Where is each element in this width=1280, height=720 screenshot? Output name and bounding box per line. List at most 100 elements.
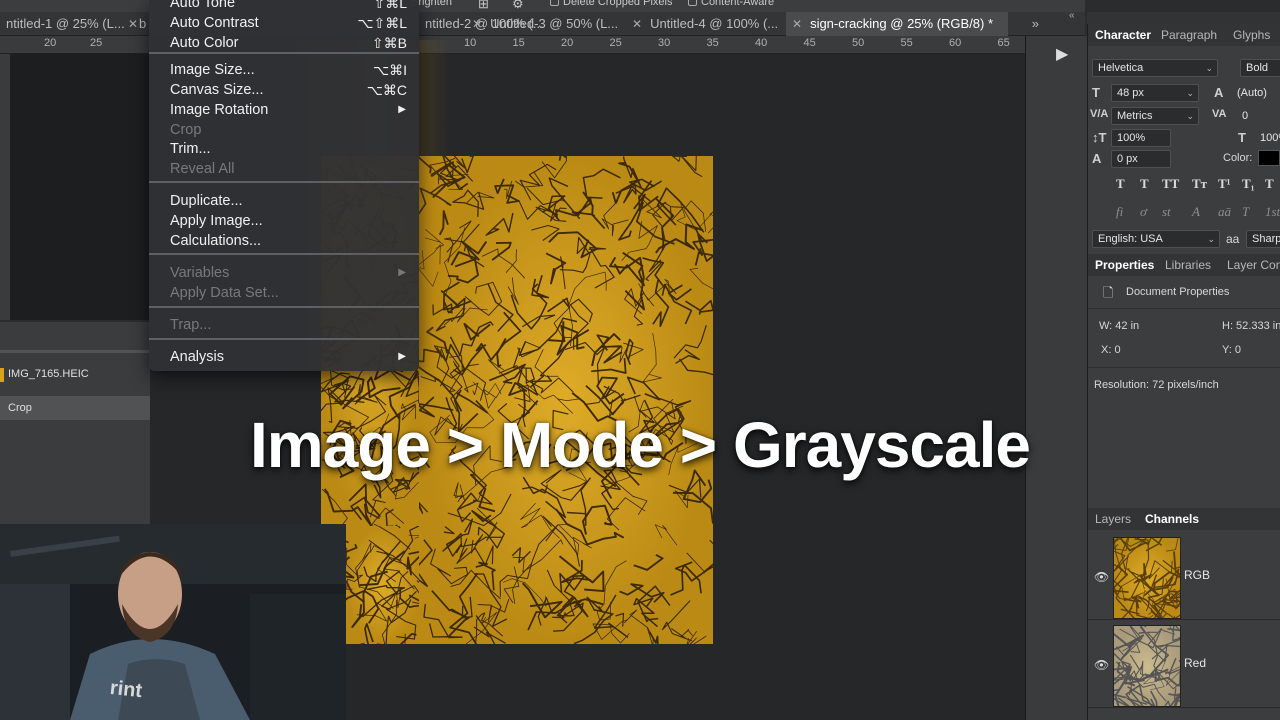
tab-untitled-4[interactable]: ✕ Untitled-4 @ 100% (... [626,12,790,36]
tab-layers[interactable]: Layers [1095,508,1131,530]
menu-item-label: Apply Image... [170,213,263,229]
tracking-field[interactable]: 0 [1236,107,1280,125]
close-icon[interactable]: ✕ [472,12,482,36]
font-size-field[interactable]: 48 px ⌄ [1111,84,1199,102]
opentype-feature-button[interactable]: aā [1218,204,1231,220]
content-aware-label: Content-Aware [701,0,775,8]
tab-paragraph[interactable]: Paragraph [1161,24,1217,46]
ruler-tick: 40 [755,37,768,49]
menu-item-apply-image[interactable]: Apply Image... [149,211,419,231]
tab-character[interactable]: Character [1095,24,1151,46]
kerning-icon: V/A [1090,108,1109,120]
text-color-swatch[interactable] [1258,150,1280,166]
channel-row-rgb[interactable]: 👁 RGB [1088,534,1280,620]
antialias-select[interactable]: Sharp [1246,230,1280,248]
type-style-button[interactable]: TT [1162,176,1179,192]
type-style-button[interactable]: T₁ [1242,176,1255,192]
character-panel-tabs: Character Paragraph Glyphs [1088,24,1280,46]
menu-separator [149,52,419,54]
type-style-button[interactable]: T [1265,176,1274,192]
ruler-tick: 65 [997,37,1010,49]
grid-icon[interactable]: ⊞ [478,0,489,12]
menu-item-image-rotation[interactable]: Image Rotation ▶ [149,100,419,120]
close-icon[interactable]: ✕ [792,12,802,36]
menu-item-label: Variables [170,265,230,281]
opentype-feature-button[interactable]: A [1192,204,1200,220]
width-value[interactable]: W: 42 in [1099,320,1139,332]
delete-cropped-checkbox[interactable]: Delete Cropped Pixels [550,0,672,8]
baseline-shift-field[interactable]: 0 px [1111,150,1171,168]
channel-thumbnail [1113,625,1181,707]
opentype-feature-button[interactable]: ơ [1140,204,1147,220]
vertical-scale-field[interactable]: 100% [1111,129,1171,147]
play-icon[interactable]: ▶ [1056,44,1068,64]
type-style-button[interactable]: T [1140,176,1149,192]
ruler-tick: 25 [90,37,103,49]
font-style-select[interactable]: Bold [1240,59,1280,77]
menu-item-analysis[interactable]: Analysis ▶ [149,347,419,367]
menu-item-duplicate[interactable]: Duplicate... [149,191,419,211]
kerning-select[interactable]: Metrics ⌄ [1111,107,1199,125]
menu-item-shortcut: ⇧⌘L [373,0,407,11]
channel-name: RGB [1184,568,1211,582]
ruler-tick: 50 [852,37,865,49]
menu-item-auto-color[interactable]: Auto Color ⇧⌘B [149,33,419,53]
submenu-arrow-icon: ▶ [398,351,406,362]
tab-glyphs[interactable]: Glyphs [1233,24,1270,46]
tab-libraries[interactable]: Libraries [1165,254,1211,276]
leading-field[interactable]: (Auto) [1231,84,1280,102]
menu-item-canvas-size[interactable]: Canvas Size... ⌥⌘C [149,80,419,100]
opentype-feature-button[interactable]: 1st [1265,204,1280,220]
opentype-feature-button[interactable]: fi [1116,204,1123,220]
menu-item-auto-contrast[interactable]: Auto Contrast ⌥⇧⌘L [149,13,419,33]
type-style-button[interactable]: T [1116,176,1125,192]
font-family-value: Helvetica [1098,62,1144,74]
tab-untitled-3[interactable]: ✕ Untitled-3 @ 50% (L... [466,12,636,36]
tab-overflow-icon[interactable]: » [1032,12,1039,36]
opentype-feature-button[interactable]: T [1242,204,1249,220]
type-style-button[interactable]: T¹ [1218,176,1231,192]
type-style-button[interactable]: Tт [1192,176,1207,192]
presenter-video: rint [0,524,346,720]
baseline-shift-value: 0 px [1117,153,1138,165]
menu-item-trim[interactable]: Trim... [149,139,419,159]
menu-item-auto-tone[interactable]: Auto Tone ⇧⌘L [149,0,419,13]
close-icon[interactable]: ✕ [632,12,642,36]
ruler-horizontal: 10152025303540455055606570 [419,36,1025,54]
document-image[interactable] [419,156,713,644]
photoshop-window: Brighten ⊞ ⚙ Delete Cropped Pixels Conte… [0,0,1280,720]
tab-properties[interactable]: Properties [1095,254,1154,276]
opentype-feature-button[interactable]: st [1162,204,1171,220]
menu-item-label: Calculations... [170,233,262,249]
eye-icon[interactable]: 👁 [1094,570,1109,584]
x-value[interactable]: X: 0 [1101,344,1121,356]
tab-layer-comps[interactable]: Layer Comp [1227,254,1280,276]
channel-row-red[interactable]: 👁 Red [1088,622,1280,708]
menu-item-label: Analysis [170,349,224,365]
height-value[interactable]: H: 52.333 in [1222,320,1280,332]
menu-item-label: Image Size... [170,62,255,78]
menu-item-label: Auto Contrast [170,15,259,31]
content-aware-checkbox[interactable]: Content-Aware [688,0,774,8]
tab-label: Untitled-4 @ 100% (... [650,16,779,31]
submenu-arrow-icon: ▶ [398,104,406,115]
horizontal-scale-field[interactable]: 100% [1254,129,1280,147]
menu-item-calculations[interactable]: Calculations... [149,231,419,251]
tab-channels[interactable]: Channels [1145,508,1199,530]
resolution-value: Resolution: 72 pixels/inch [1094,379,1219,391]
menu-item-label: Canvas Size... [170,82,264,98]
channel-thumbnail [1113,537,1181,619]
collapse-icon[interactable]: « [1069,10,1075,21]
tab-sign-cracking[interactable]: ✕ sign-cracking @ 25% (RGB/8) * [786,12,1008,36]
gear-icon[interactable]: ⚙ [512,0,524,12]
menu-item-image-size[interactable]: Image Size... ⌥⌘I [149,60,419,80]
y-value[interactable]: Y: 0 [1222,344,1241,356]
tab-untitled-1[interactable]: ntitled-1 @ 25% (L... [0,12,135,36]
chevron-down-icon: ⌄ [1186,88,1194,98]
eye-icon[interactable]: 👁 [1094,658,1109,672]
language-select[interactable]: English: USA ⌄ [1092,230,1220,248]
collapsed-panel-strip: ▶ [1025,36,1087,720]
leading-icon: A [1214,85,1224,100]
document-image-bottom[interactable] [346,526,419,644]
font-family-select[interactable]: Helvetica ⌄ [1092,59,1218,77]
